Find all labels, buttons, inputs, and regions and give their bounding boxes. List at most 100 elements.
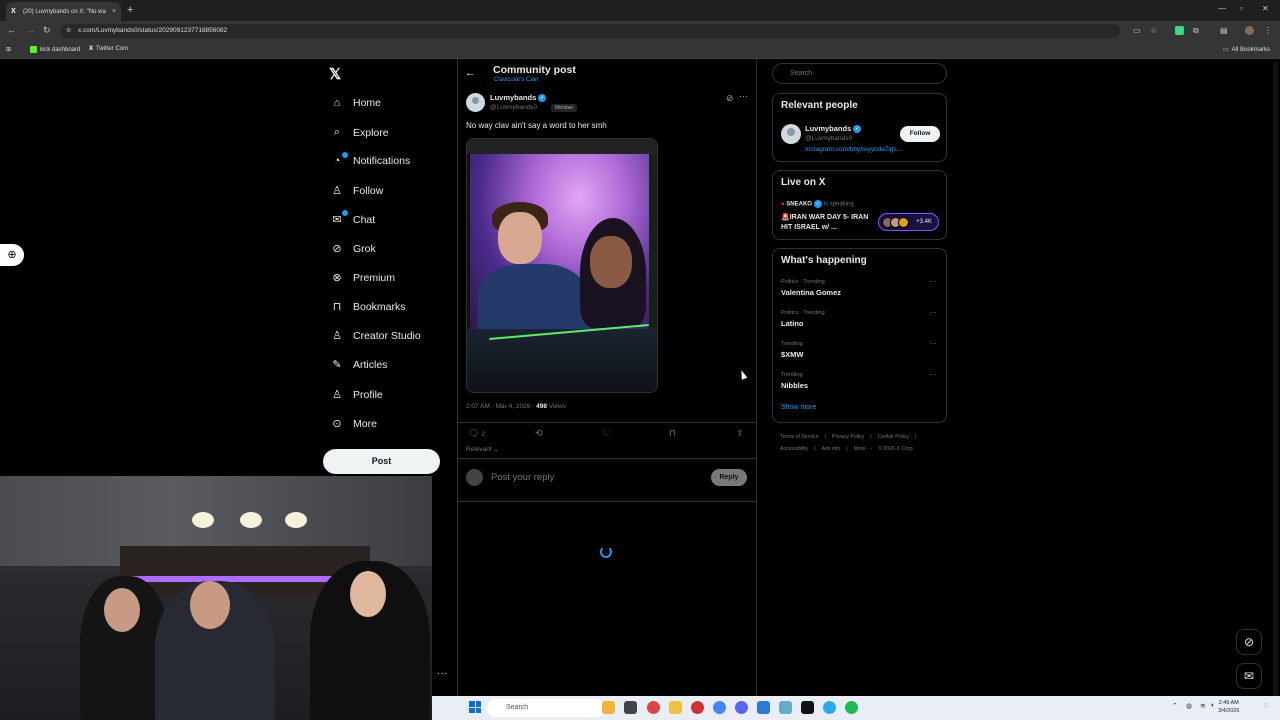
trend-more-icon[interactable]: ··· xyxy=(929,308,937,317)
trend-name[interactable]: $XMW xyxy=(781,350,804,359)
x-logo-icon[interactable]: 𝕏 xyxy=(329,65,341,83)
messages-fab-icon[interactable]: ✉ xyxy=(1236,663,1262,689)
sidepanel-icon[interactable]: ▤ xyxy=(1220,26,1229,35)
taskbar-app-icon[interactable] xyxy=(779,701,792,714)
spotify-icon[interactable] xyxy=(845,701,858,714)
nav-item-home[interactable]: ⌂ Home xyxy=(330,97,381,109)
all-bookmarks[interactable]: ▭ All Bookmarks xyxy=(1223,46,1270,54)
show-more-link[interactable]: Show more xyxy=(781,404,816,411)
community-link[interactable]: Clavicular's Clan xyxy=(494,77,539,83)
reload-icon[interactable]: ↻ xyxy=(43,25,51,36)
url-field[interactable]: x.com/Luvmybands0/status/202909123771885… xyxy=(60,24,1120,38)
site-info-icon[interactable]: ⚙ xyxy=(66,27,71,34)
footer-link[interactable]: Accessibility xyxy=(780,446,808,452)
bookmark-kick-dashboard[interactable]: kick dashboard xyxy=(30,46,80,53)
trend-more-icon[interactable]: ··· xyxy=(929,277,937,286)
more-options-icon[interactable]: ··· xyxy=(739,91,748,101)
cast-icon[interactable]: ▭ xyxy=(1133,26,1142,35)
nav-item-explore[interactable]: ⌕ Explore xyxy=(330,126,389,139)
tab-close-icon[interactable]: × xyxy=(112,8,116,15)
nav-item-grok[interactable]: ⊘ Grok xyxy=(330,242,375,256)
footer-link[interactable]: Terms of Service xyxy=(780,434,819,440)
author-handle[interactable]: @Luvmybands0 xyxy=(490,104,537,111)
author-avatar[interactable] xyxy=(466,93,485,112)
like-icon[interactable]: ♡ xyxy=(602,428,610,439)
footer-link[interactable]: Privacy Policy xyxy=(832,434,864,440)
trend-name[interactable]: Nibbles xyxy=(781,381,808,390)
browser-tab[interactable]: X (20) Luvmybands on X: "No wa × xyxy=(6,2,121,21)
browser-menu-icon[interactable]: ⋮ xyxy=(1264,26,1273,35)
telegram-icon[interactable] xyxy=(823,701,836,714)
trend-more-icon[interactable]: ··· xyxy=(929,370,937,379)
notification-bell-icon[interactable]: ◌ xyxy=(1264,702,1268,709)
page-scrollbar[interactable] xyxy=(1273,62,1278,696)
nav-item-notifications[interactable]: ◔ Notifications xyxy=(330,152,410,167)
extensions-puzzle-icon[interactable]: ⧉ xyxy=(1193,26,1202,35)
maximize-icon[interactable]: ▫ xyxy=(1240,4,1243,13)
chrome-alt-icon[interactable] xyxy=(713,701,726,714)
overlay-more-icon[interactable]: ··· xyxy=(437,668,447,679)
nav-item-chat[interactable]: ✉ Chat xyxy=(330,210,375,226)
apps-icon[interactable]: ⊞ xyxy=(6,46,11,53)
tray-chevron-icon[interactable]: ⌃ xyxy=(1172,702,1178,710)
reply-action[interactable]: 🗨 2 xyxy=(468,428,485,439)
minimize-icon[interactable]: — xyxy=(1218,4,1226,13)
trend-more-icon[interactable]: ··· xyxy=(929,339,937,348)
wifi-icon[interactable]: ≋ xyxy=(1200,702,1206,710)
follow-button[interactable]: Follow xyxy=(900,126,940,142)
extension-icon[interactable] xyxy=(1175,26,1184,35)
taskbar-clock[interactable]: 2:49 AM 3/4/2026 xyxy=(1218,699,1239,715)
sort-dropdown[interactable]: Relevant ⌄ xyxy=(466,445,499,453)
forward-icon[interactable]: → xyxy=(26,25,35,35)
close-window-icon[interactable]: ✕ xyxy=(1262,4,1269,13)
nav-item-bookmarks[interactable]: ⊓ Bookmarks xyxy=(330,300,406,314)
star-icon[interactable]: ☆ xyxy=(1150,26,1159,35)
nav-item-premium[interactable]: ⊗ Premium xyxy=(330,271,395,285)
back-icon[interactable]: ← xyxy=(7,25,16,35)
footer-link[interactable]: More ··· xyxy=(854,446,872,452)
taskbar-app-icon[interactable] xyxy=(757,701,770,714)
taskbar-app-icon[interactable] xyxy=(691,701,704,714)
search-input[interactable]: Search xyxy=(772,63,947,84)
taskbar-search-input[interactable]: Search xyxy=(487,699,605,717)
back-arrow-icon[interactable]: ← xyxy=(465,67,476,79)
nav-item-follow[interactable]: ♙ Follow xyxy=(330,184,383,198)
live-stream-title[interactable]: 🚨IRAN WAR DAY 5- IRAN HIT ISRAEL w/ ... xyxy=(781,213,869,233)
footer-link[interactable]: Cookie Policy xyxy=(878,434,909,440)
x-app-icon[interactable] xyxy=(801,701,814,714)
nav-item-more[interactable]: ⊙ More xyxy=(330,417,377,431)
grok-fab-icon[interactable]: ⊘ xyxy=(1236,629,1262,655)
taskbar-widget-icon[interactable] xyxy=(602,701,615,714)
nav-item-profile[interactable]: ♙ Profile xyxy=(330,388,383,402)
share-icon[interactable]: ⇪ xyxy=(736,428,744,439)
profile-avatar-icon[interactable] xyxy=(1245,26,1254,35)
start-icon[interactable] xyxy=(469,701,481,713)
relevant-person-avatar[interactable] xyxy=(781,124,801,144)
new-tab-button[interactable]: + xyxy=(127,4,133,16)
live-listeners-pill[interactable]: +3.4K xyxy=(878,213,939,231)
repost-icon[interactable]: ⟲ xyxy=(535,428,543,439)
post-button[interactable]: Post xyxy=(323,449,440,474)
reply-button[interactable]: Reply xyxy=(711,469,747,486)
tray-app-icon[interactable]: ◍ xyxy=(1186,702,1192,710)
grok-icon[interactable]: ⊘ xyxy=(726,93,734,104)
magnifier-icon[interactable]: ⊕ xyxy=(0,244,24,266)
reply-input[interactable]: Post your reply xyxy=(491,472,554,483)
footer-link[interactable]: Ads info xyxy=(822,446,841,452)
bookmark-twitter-com[interactable]: X Twitter Com xyxy=(89,46,128,52)
relevant-person-name[interactable]: Luvmybands ✓ xyxy=(805,124,862,134)
live-host[interactable]: ● SNEAKO ✓ is speaking xyxy=(781,200,854,208)
bookmark-icon[interactable]: ⊓ xyxy=(669,428,676,439)
nav-item-articles[interactable]: ✎ Articles xyxy=(330,358,387,372)
chrome-icon[interactable] xyxy=(647,701,660,714)
trend-name[interactable]: Latino xyxy=(781,319,804,328)
relevant-person-bio-link[interactable]: Instagram.com/bbyboyyoda7lgs... xyxy=(805,146,902,153)
volume-icon[interactable]: ◖ xyxy=(1210,702,1214,709)
author-name[interactable]: Luvmybands ✓ xyxy=(490,93,547,103)
discord-icon[interactable] xyxy=(735,701,748,714)
nav-item-creator-studio[interactable]: ♙ Creator Studio xyxy=(330,329,421,343)
task-view-icon[interactable] xyxy=(624,701,637,714)
trend-name[interactable]: Valentina Gomez xyxy=(781,288,841,297)
file-explorer-icon[interactable] xyxy=(669,701,682,714)
post-media-image[interactable] xyxy=(466,138,658,393)
